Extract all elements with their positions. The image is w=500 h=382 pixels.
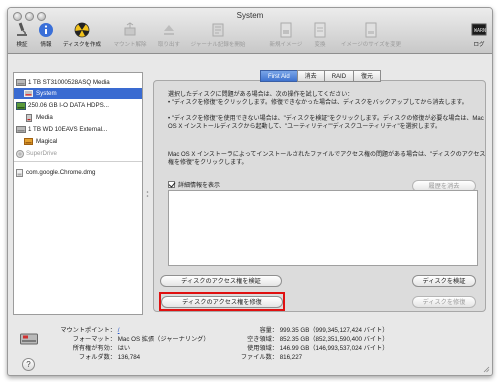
verify-disk-button[interactable]: ディスクを検証 — [412, 275, 476, 287]
mount-point-label: マウントポイント： — [60, 327, 116, 334]
convert-icon — [314, 22, 326, 38]
enable-journaling-toolbar-button[interactable]: ジャーナル記録を開始 — [188, 22, 248, 52]
volume-icon — [24, 90, 33, 97]
tab-raid[interactable]: RAID — [323, 70, 355, 82]
file-count-label: ファイル数： — [240, 354, 278, 361]
sidebar-splitter[interactable] — [146, 72, 149, 315]
external-disk-icon — [16, 102, 26, 110]
journal-icon — [212, 23, 224, 37]
sidebar-item-superdrive[interactable]: SuperDrive — [14, 148, 142, 159]
eject-toolbar-button[interactable]: 取り出す — [154, 22, 184, 52]
title-bar: System 検証 情報 ディスクを作成 マウント解除 取り出す ジャーナル記録… — [8, 8, 492, 54]
ownership-label: 所有権が有効： — [72, 345, 116, 352]
burn-icon — [74, 22, 90, 38]
sidebar-divider — [14, 161, 142, 162]
folder-count-value: 136,784 — [117, 354, 141, 361]
microscope-icon — [17, 22, 27, 36]
first-aid-intro: 選択したディスクに問題がある場合は、次の操作を試してください： — [168, 92, 354, 98]
eject-icon — [164, 25, 174, 35]
log-toolbar-button[interactable]: WARN ログ — [470, 22, 488, 52]
optical-drive-icon — [16, 150, 24, 158]
sidebar-item-disk-io-data[interactable]: 250.06 GB I-O DATA HDPS... — [14, 100, 142, 111]
sidebar-item-magical-volume[interactable]: Magical — [14, 136, 142, 147]
highlight-box — [159, 292, 285, 311]
info-left-block: マウントポイント： / フォーマット： Mac OS 拡張（ジャーナリング） 所… — [48, 326, 210, 362]
file-count-value: 816,227 — [279, 354, 303, 361]
info-right-block: 容量： 999.35 GB（999,345,127,424 バイト） 空き領域：… — [228, 326, 389, 362]
used-label: 使用領域： — [247, 345, 278, 352]
help-button[interactable]: ? — [22, 358, 35, 371]
new-image-icon — [280, 22, 292, 38]
hard-disk-icon — [16, 126, 26, 133]
available-label: 空き領域： — [247, 336, 278, 343]
volume-icon — [24, 138, 33, 145]
first-aid-bullet-1: • "ディスクを修復"をクリックします。修復できなかった場合は、ディスクをバック… — [168, 100, 468, 106]
window-title: System — [236, 11, 264, 20]
mount-point-link[interactable]: / — [118, 327, 120, 334]
capacity-value: 999.35 GB（999,345,127,424 バイト） — [279, 327, 389, 334]
sidebar-item-media-volume[interactable]: Media — [14, 112, 142, 123]
tab-first-aid[interactable]: First Aid — [260, 70, 298, 82]
tab-restore[interactable]: 復元 — [353, 70, 382, 82]
log-console-icon: WARN — [471, 23, 487, 36]
disk-utility-window: System 検証 情報 ディスクを作成 マウント解除 取り出す ジャーナル記録… — [7, 7, 493, 376]
used-value: 146.99 GB（146,993,537,024 バイト） — [279, 345, 389, 352]
sidebar-item-system-volume[interactable]: System — [14, 88, 142, 99]
splitter-grip-icon — [146, 191, 149, 197]
new-image-toolbar-button[interactable]: 新規イメージ — [264, 22, 308, 52]
verify-toolbar-button[interactable]: 検証 — [12, 22, 32, 52]
hard-disk-icon — [16, 79, 26, 86]
first-aid-bullet-2: • "ディスクを修復"を使用できない場合は、"ディスクを検証"をクリックします。… — [168, 116, 484, 130]
repair-disk-button[interactable]: ディスクを修復 — [412, 296, 476, 308]
disk-image-icon — [16, 169, 23, 177]
sidebar-item-disk-wd10eavs[interactable]: 1 TB WD 10EAVS External... — [14, 124, 142, 135]
format-label: フォーマット： — [72, 336, 116, 343]
tab-bar: First Aid 消去 RAID 復元 — [260, 70, 382, 82]
resize-image-icon — [365, 22, 377, 38]
burn-toolbar-button[interactable]: ディスクを作成 — [60, 22, 104, 52]
permissions-note: Mac OS X インストーラによってインストールされたファイルでアクセス権の問… — [168, 152, 486, 166]
svg-text:WARN: WARN — [474, 28, 486, 34]
unmount-toolbar-button[interactable]: マウント解除 — [110, 22, 150, 52]
convert-toolbar-button[interactable]: 変換 — [312, 22, 328, 52]
capacity-label: 容量： — [259, 327, 278, 334]
disk-list-sidebar[interactable]: 1 TB ST31000528ASQ Media System 250.06 G… — [13, 72, 143, 315]
volume-large-icon — [20, 333, 38, 345]
volume-icon — [26, 114, 32, 122]
folder-count-label: フォルダ数： — [78, 354, 116, 361]
tab-erase[interactable]: 消去 — [296, 70, 325, 82]
unmount-icon — [124, 22, 136, 36]
info-icon — [39, 23, 53, 37]
sidebar-item-chrome-dmg[interactable]: com.google.Chrome.dmg — [14, 167, 142, 178]
ownership-value: はい — [117, 345, 131, 352]
resize-grip-icon[interactable] — [482, 365, 490, 373]
show-details-checkbox[interactable] — [168, 181, 175, 188]
details-log-area[interactable] — [168, 190, 478, 266]
verify-permissions-button[interactable]: ディスクのアクセス権を検証 — [160, 275, 282, 287]
available-value: 852.35 GB（852,351,590,400 バイト） — [279, 336, 389, 343]
sidebar-item-disk-st31000528asq[interactable]: 1 TB ST31000528ASQ Media — [14, 77, 142, 88]
info-toolbar-button[interactable]: 情報 — [36, 22, 56, 52]
resize-image-toolbar-button[interactable]: イメージのサイズを変更 — [338, 22, 404, 52]
show-details-label: 詳細情報を表示 — [178, 183, 221, 189]
format-value: Mac OS 拡張（ジャーナリング） — [117, 336, 210, 343]
